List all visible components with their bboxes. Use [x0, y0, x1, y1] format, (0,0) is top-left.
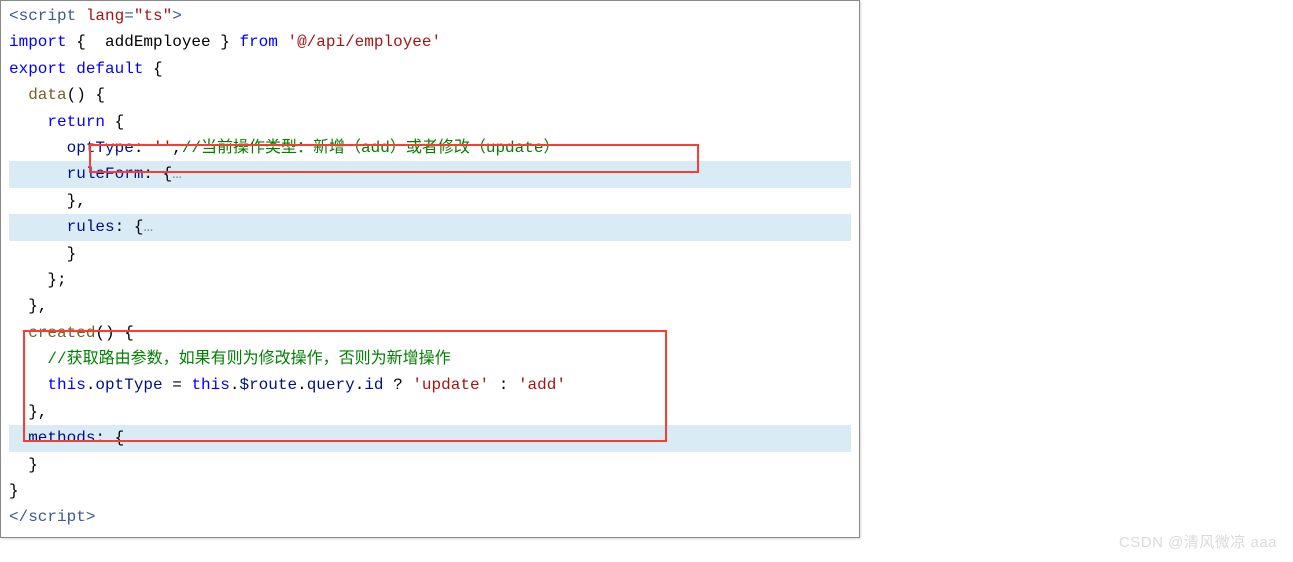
keyword: export: [9, 60, 67, 78]
tag-close: >: [86, 508, 96, 526]
property: methods: [28, 429, 95, 447]
code-line: return {: [9, 109, 851, 135]
code-line: optType: '',//当前操作类型：新增（add）或者修改（update）: [9, 135, 851, 161]
string: '': [153, 139, 172, 157]
comment: //当前操作类型：新增（add）或者修改（update）: [182, 139, 560, 157]
attr-value: "ts": [134, 7, 172, 25]
code-line: export default {: [9, 56, 851, 82]
code-line-highlighted: rules: {…: [9, 214, 851, 240]
tag-open: <script: [9, 7, 76, 25]
code-line: </script>: [9, 504, 851, 530]
fold-ellipsis: …: [124, 429, 134, 447]
keyword: from: [239, 33, 277, 51]
code-line: created() {: [9, 320, 851, 346]
tag-name: script: [28, 508, 86, 526]
code-line-highlighted: ruleForm: {…: [9, 161, 851, 187]
tag-open: </: [9, 508, 28, 526]
keyword: this: [191, 376, 229, 394]
code-line: },: [9, 293, 851, 319]
code-line: <script lang="ts">: [9, 3, 851, 29]
property: optType: [67, 139, 134, 157]
function-name: created: [28, 324, 95, 342]
code-line-highlighted: methods: {…: [9, 425, 851, 451]
code-line: },: [9, 188, 851, 214]
code-line: }: [9, 241, 851, 267]
code-line: }: [9, 478, 851, 504]
tag-close: >: [172, 7, 182, 25]
code-line: this.optType = this.$route.query.id ? 'u…: [9, 372, 851, 398]
code-line: data() {: [9, 82, 851, 108]
code-line: //获取路由参数，如果有则为修改操作，否则为新增操作: [9, 346, 851, 372]
function-name: data: [28, 86, 66, 104]
equals: =: [124, 7, 134, 25]
code-line: };: [9, 267, 851, 293]
keyword: return: [47, 113, 105, 131]
fold-ellipsis: …: [143, 218, 153, 236]
comment: //获取路由参数，如果有则为修改操作，否则为新增操作: [47, 350, 450, 368]
property: rules: [67, 218, 115, 236]
code-block: <script lang="ts"> import { addEmployee …: [0, 0, 860, 538]
code-line: },: [9, 399, 851, 425]
attr-name: lang: [76, 7, 124, 25]
fold-ellipsis: …: [172, 165, 182, 183]
string: 'update': [412, 376, 489, 394]
property: ruleForm: [67, 165, 144, 183]
keyword: this: [47, 376, 85, 394]
watermark: CSDN @清风微凉 aaa: [1119, 531, 1277, 556]
keyword: import: [9, 33, 67, 51]
string: '@/api/employee': [287, 33, 441, 51]
code-line: import { addEmployee } from '@/api/emplo…: [9, 29, 851, 55]
code-line: }: [9, 452, 851, 478]
keyword: default: [67, 60, 144, 78]
string: 'add': [518, 376, 566, 394]
